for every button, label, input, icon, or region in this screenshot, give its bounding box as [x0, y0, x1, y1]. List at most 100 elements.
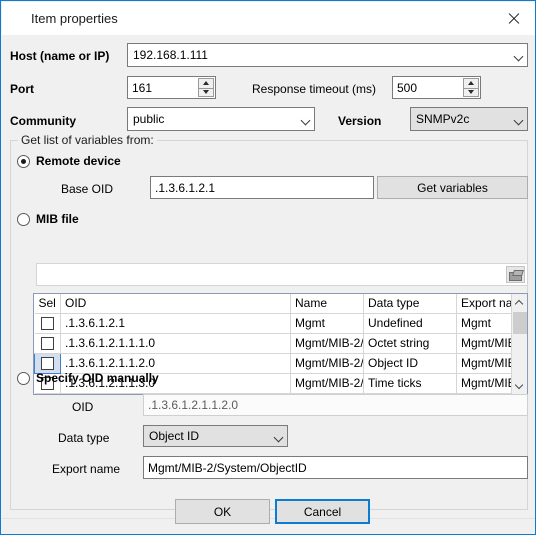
scrollbar-thumb[interactable]: [513, 312, 527, 334]
column-header-export-name[interactable]: Export name: [456, 294, 513, 314]
chevron-down-icon: [275, 434, 283, 439]
cell-name: Mgmt/MIB-2/: [290, 353, 364, 374]
cell-oid: .1.3.6.1.2.1: [60, 313, 291, 334]
port-value[interactable]: 161: [128, 77, 197, 98]
manual-data-type-label: Data type: [58, 431, 110, 445]
community-label: Community: [10, 114, 76, 128]
host-label: Host (name or IP): [10, 49, 110, 63]
column-header-oid[interactable]: OID: [60, 294, 291, 314]
manual-export-name-input[interactable]: [143, 456, 528, 479]
response-timeout-spinner[interactable]: 500: [392, 76, 481, 99]
triangle-up-icon: [468, 81, 474, 86]
host-dropdown-arrow[interactable]: [510, 53, 527, 58]
triangle-down-icon: [203, 90, 209, 95]
mib-browse-button[interactable]: [506, 266, 525, 283]
row-checkbox[interactable]: [41, 357, 54, 371]
variables-source-legend: Get list of variables from:: [18, 133, 157, 147]
version-value: SNMPv2c: [416, 112, 470, 126]
title-bar[interactable]: Item properties: [2, 2, 535, 35]
manual-data-type-value: Object ID: [149, 429, 200, 443]
cell-name: Mgmt/MIB-2/: [290, 373, 364, 394]
port-spinner[interactable]: 161: [127, 76, 216, 99]
dialog-client-area: Host (name or IP) 192.168.1.111 Port 161…: [2, 35, 535, 534]
cell-oid: .1.3.6.1.2.1.1.2.0: [60, 353, 291, 374]
cell-export-name: Mgmt/MIB-2: [456, 333, 513, 354]
community-combobox[interactable]: public: [127, 107, 315, 131]
radio-specify-oid-manually-label: Specify OID manually: [36, 371, 159, 385]
row-checkbox-cell[interactable]: [34, 352, 61, 374]
manual-oid-label: OID: [72, 400, 94, 414]
column-header-data-type[interactable]: Data type: [363, 294, 457, 314]
radio-dot-mib-file: [17, 212, 30, 226]
get-variables-button[interactable]: Get variables: [377, 176, 528, 199]
chevron-up-icon: [516, 299, 524, 307]
base-oid-label: Base OID: [61, 182, 114, 196]
radio-remote-device[interactable]: Remote device: [17, 154, 121, 168]
table-row[interactable]: .1.3.6.1.2.1.1.1.0 Mgmt/MIB-2/ Octet str…: [34, 333, 513, 354]
radio-remote-device-label: Remote device: [36, 154, 121, 168]
port-spin-up-button[interactable]: [198, 78, 214, 88]
manual-oid-input[interactable]: [143, 394, 528, 416]
radio-mib-file[interactable]: MIB file: [17, 212, 79, 226]
column-header-sel[interactable]: Sel: [34, 294, 61, 314]
response-timeout-label: Response timeout (ms): [252, 82, 377, 96]
radio-dot-remote-device: [17, 154, 30, 168]
community-value: public: [133, 112, 165, 126]
manual-data-type-dropdown-arrow[interactable]: [270, 434, 287, 439]
cancel-label: Cancel: [303, 504, 342, 519]
scroll-up-button[interactable]: [512, 294, 527, 311]
timeout-spin-down-button[interactable]: [463, 87, 479, 97]
column-header-name[interactable]: Name: [290, 294, 364, 314]
timeout-spin-buttons: [462, 78, 479, 97]
row-checkbox[interactable]: [40, 317, 54, 331]
close-button[interactable]: [490, 2, 535, 35]
row-checkbox-cell[interactable]: [34, 313, 61, 334]
port-label: Port: [10, 82, 34, 96]
chevron-down-icon: [515, 53, 523, 58]
chevron-down-icon: [515, 117, 523, 122]
folder-open-icon: [509, 270, 522, 281]
cell-name: Mgmt: [290, 313, 364, 334]
radio-dot-specify-oid-manually: [17, 371, 30, 385]
host-value: 192.168.1.111: [133, 48, 208, 62]
cell-oid: .1.3.6.1.2.1.1.1.0: [60, 333, 291, 354]
cell-export-name: Mgmt: [456, 313, 513, 334]
chevron-down-icon: [302, 117, 310, 122]
mib-file-path-field[interactable]: [36, 263, 528, 286]
community-dropdown-arrow[interactable]: [297, 117, 314, 122]
window-title: Item properties: [31, 11, 118, 26]
cell-name: Mgmt/MIB-2/: [290, 333, 364, 354]
response-timeout-value[interactable]: 500: [393, 77, 462, 98]
version-combobox[interactable]: SNMPv2c: [410, 107, 528, 131]
table-row[interactable]: .1.3.6.1.2.1 Mgmt Undefined Mgmt: [34, 313, 513, 334]
manual-data-type-combobox[interactable]: Object ID: [143, 425, 288, 447]
table-vertical-scrollbar[interactable]: [511, 294, 527, 394]
row-checkbox[interactable]: [40, 337, 54, 351]
port-spin-down-button[interactable]: [198, 87, 214, 97]
cell-data-type: Time ticks: [363, 373, 457, 394]
cell-data-type: Undefined: [363, 313, 457, 334]
chevron-down-icon: [516, 382, 524, 390]
cell-data-type: Object ID: [363, 353, 457, 374]
cell-export-name: Mgmt/MIB-2: [456, 353, 513, 374]
cell-export-name: Mgmt/MIB-2: [456, 373, 513, 394]
version-dropdown-arrow[interactable]: [510, 117, 527, 122]
port-spin-buttons: [197, 78, 214, 97]
host-combobox[interactable]: 192.168.1.111: [127, 43, 528, 67]
cancel-button[interactable]: Cancel: [275, 499, 370, 524]
radio-specify-oid-manually[interactable]: Specify OID manually: [17, 371, 159, 385]
item-properties-dialog: Item properties Host (name or IP) 192.16…: [0, 0, 536, 535]
timeout-spin-up-button[interactable]: [463, 78, 479, 88]
radio-mib-file-label: MIB file: [36, 212, 79, 226]
base-oid-input[interactable]: [150, 176, 374, 199]
ok-button[interactable]: OK: [175, 499, 270, 524]
row-checkbox-cell[interactable]: [34, 393, 61, 394]
table-row[interactable]: .1.3.6.1.2.1.1.2.0 Mgmt/MIB-2/ Object ID…: [34, 352, 513, 374]
triangle-down-icon: [468, 90, 474, 95]
version-label: Version: [338, 114, 382, 128]
manual-export-name-label: Export name: [52, 462, 121, 476]
close-icon: [508, 13, 519, 24]
scroll-down-button[interactable]: [512, 377, 527, 394]
row-checkbox-cell[interactable]: [34, 333, 61, 354]
ok-label: OK: [213, 504, 232, 519]
